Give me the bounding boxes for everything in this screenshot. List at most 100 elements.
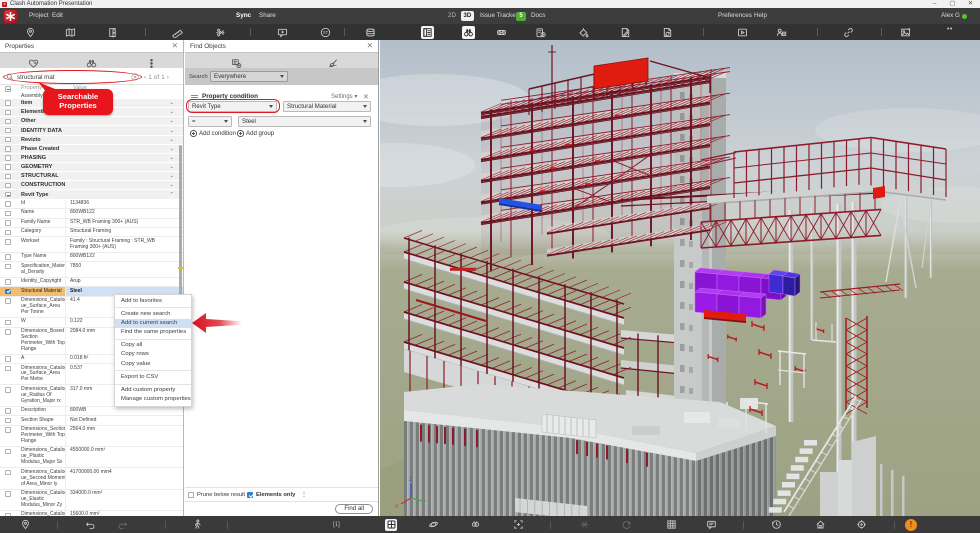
find-objects-icon[interactable] [462, 26, 475, 39]
toolbar-overflow-icon[interactable]: •• [947, 26, 953, 33]
row-checkbox[interactable] [5, 128, 11, 134]
row-checkbox[interactable] [5, 119, 11, 125]
context-menu-item[interactable]: Copy value [115, 360, 191, 369]
find-all-button[interactable]: Find all [335, 504, 373, 514]
context-menu-item[interactable]: Add to favorites [115, 297, 191, 306]
properties-panel-icon[interactable] [421, 26, 434, 39]
table-row[interactable]: Specification_Materi al_Density7850 [0, 262, 184, 277]
menu-preferences[interactable]: Preferences [718, 8, 752, 24]
property-group-row[interactable]: CONSTRUCTION⌄ [0, 181, 184, 190]
add-condition-button[interactable]: Add condition [190, 130, 236, 137]
chevron-down-icon[interactable]: ⌄ [169, 155, 174, 161]
mode-3d-button[interactable]: 3D [461, 11, 474, 21]
row-checkbox[interactable] [5, 329, 11, 335]
favorites-heart-icon[interactable] [28, 56, 39, 67]
row-checkbox[interactable] [5, 264, 11, 270]
property-group-row[interactable]: GEOMETRY⌄ [0, 163, 184, 172]
row-checkbox[interactable] [5, 366, 11, 372]
clip-icon[interactable] [214, 26, 226, 38]
table-row[interactable]: Name800WB122 [0, 209, 184, 218]
table-row[interactable]: Type Name800WB122 [0, 253, 184, 262]
chevron-up-icon[interactable]: ⌃ [169, 192, 174, 198]
chevron-down-icon[interactable]: ⌄ [169, 137, 174, 143]
search-scope-dropdown[interactable]: Everywhere [210, 71, 288, 82]
row-checkbox[interactable] [5, 289, 11, 295]
table-row[interactable]: Section ShapeNot Defined [0, 416, 184, 425]
redo-icon[interactable] [116, 519, 128, 531]
pan-icon[interactable] [469, 519, 481, 531]
user-name[interactable]: Alex G [941, 8, 960, 24]
history-icon[interactable] [770, 519, 782, 531]
menu-sync[interactable]: Sync [236, 8, 251, 24]
image-export-icon[interactable] [899, 26, 911, 38]
row-checkbox[interactable] [5, 155, 11, 161]
goggles-icon[interactable] [495, 26, 507, 38]
context-menu-item[interactable]: Add to current search [115, 319, 191, 328]
row-checkbox[interactable] [5, 146, 11, 152]
chevron-down-icon[interactable]: ⌄ [169, 173, 174, 179]
property-group-row[interactable]: Other⌄ [0, 117, 184, 126]
minimize-button[interactable]: – [931, 0, 938, 8]
ruler-icon[interactable] [171, 26, 183, 38]
presentation-icon[interactable] [736, 26, 748, 38]
map-icon[interactable] [64, 26, 76, 38]
orbit-icon[interactable] [427, 519, 439, 531]
table-row[interactable]: Id1134836 [0, 200, 184, 209]
cube-view-icon[interactable] [385, 519, 397, 531]
row-checkbox[interactable] [5, 449, 11, 455]
property-group-row[interactable]: Revit Type⌃ [0, 190, 184, 199]
table-row[interactable]: Family NameSTR_WB Framing 300+ (AUS) [0, 219, 184, 228]
app-logo-icon[interactable] [4, 10, 17, 23]
menu-edit[interactable]: Edit [52, 8, 63, 24]
grid-icon[interactable] [665, 519, 677, 531]
clipboard-clock-icon[interactable] [534, 26, 546, 38]
row-checkbox[interactable] [5, 427, 11, 433]
prev-match-icon[interactable]: ‹ [144, 74, 146, 81]
elements-only-checkbox[interactable] [247, 492, 253, 498]
st-badge-icon[interactable]: ST [319, 26, 331, 38]
section-cut-icon[interactable] [578, 519, 590, 531]
chevron-down-icon[interactable]: ⌄ [169, 146, 174, 152]
target-icon[interactable] [855, 519, 867, 531]
maximize-button[interactable]: ▢ [949, 0, 956, 8]
chevron-down-icon[interactable]: ⌄ [169, 109, 174, 115]
row-checkbox[interactable] [5, 137, 11, 143]
select-all-checkbox[interactable] [5, 86, 11, 92]
row-checkbox[interactable] [5, 183, 11, 189]
close-button[interactable]: ✕ [967, 0, 974, 8]
property-group-row[interactable]: Revizto⌄ [0, 136, 184, 145]
row-checkbox[interactable] [5, 174, 11, 180]
row-checkbox[interactable] [5, 408, 11, 414]
refresh-icon[interactable] [620, 519, 632, 531]
row-checkbox[interactable] [5, 100, 11, 106]
condition-property-dropdown[interactable]: Structural Material [283, 101, 371, 112]
chat-icon[interactable] [705, 519, 717, 531]
walk-icon[interactable] [191, 519, 203, 531]
page-sync-icon[interactable] [661, 26, 673, 38]
table-row[interactable]: WorksetFamily : Structural Framing : STR… [0, 237, 184, 252]
row-checkbox[interactable] [5, 279, 11, 285]
menu-project[interactable]: Project [29, 8, 49, 24]
table-row[interactable]: Identity_CopyrightArup [0, 278, 184, 287]
undo-icon[interactable] [84, 519, 96, 531]
property-group-row[interactable]: PHASING⌄ [0, 154, 184, 163]
row-checkbox[interactable] [5, 491, 11, 497]
chevron-down-icon[interactable]: ⌄ [169, 100, 174, 106]
condition-close-icon[interactable]: ✕ [363, 93, 369, 101]
row-checkbox[interactable] [5, 356, 11, 362]
condition-settings[interactable]: Settings ▾ [331, 93, 357, 100]
row-checkbox[interactable] [5, 201, 11, 207]
people-box-icon[interactable] [775, 26, 787, 38]
row-checkbox[interactable] [5, 387, 11, 393]
zoom-window-icon[interactable] [512, 519, 524, 531]
broom-icon[interactable] [328, 56, 339, 67]
binoculars-icon[interactable] [86, 56, 97, 67]
row-checkbox[interactable] [5, 418, 11, 424]
footer-kebab-icon[interactable]: ⋮ [301, 492, 307, 498]
row-checkbox[interactable] [5, 230, 11, 236]
context-menu-item[interactable]: Copy rows [115, 350, 191, 359]
context-menu-item[interactable]: Copy all [115, 341, 191, 350]
viewport-3d[interactable]: ZXY [380, 40, 980, 516]
archive-icon[interactable] [364, 26, 376, 38]
link-icon[interactable] [842, 26, 854, 38]
